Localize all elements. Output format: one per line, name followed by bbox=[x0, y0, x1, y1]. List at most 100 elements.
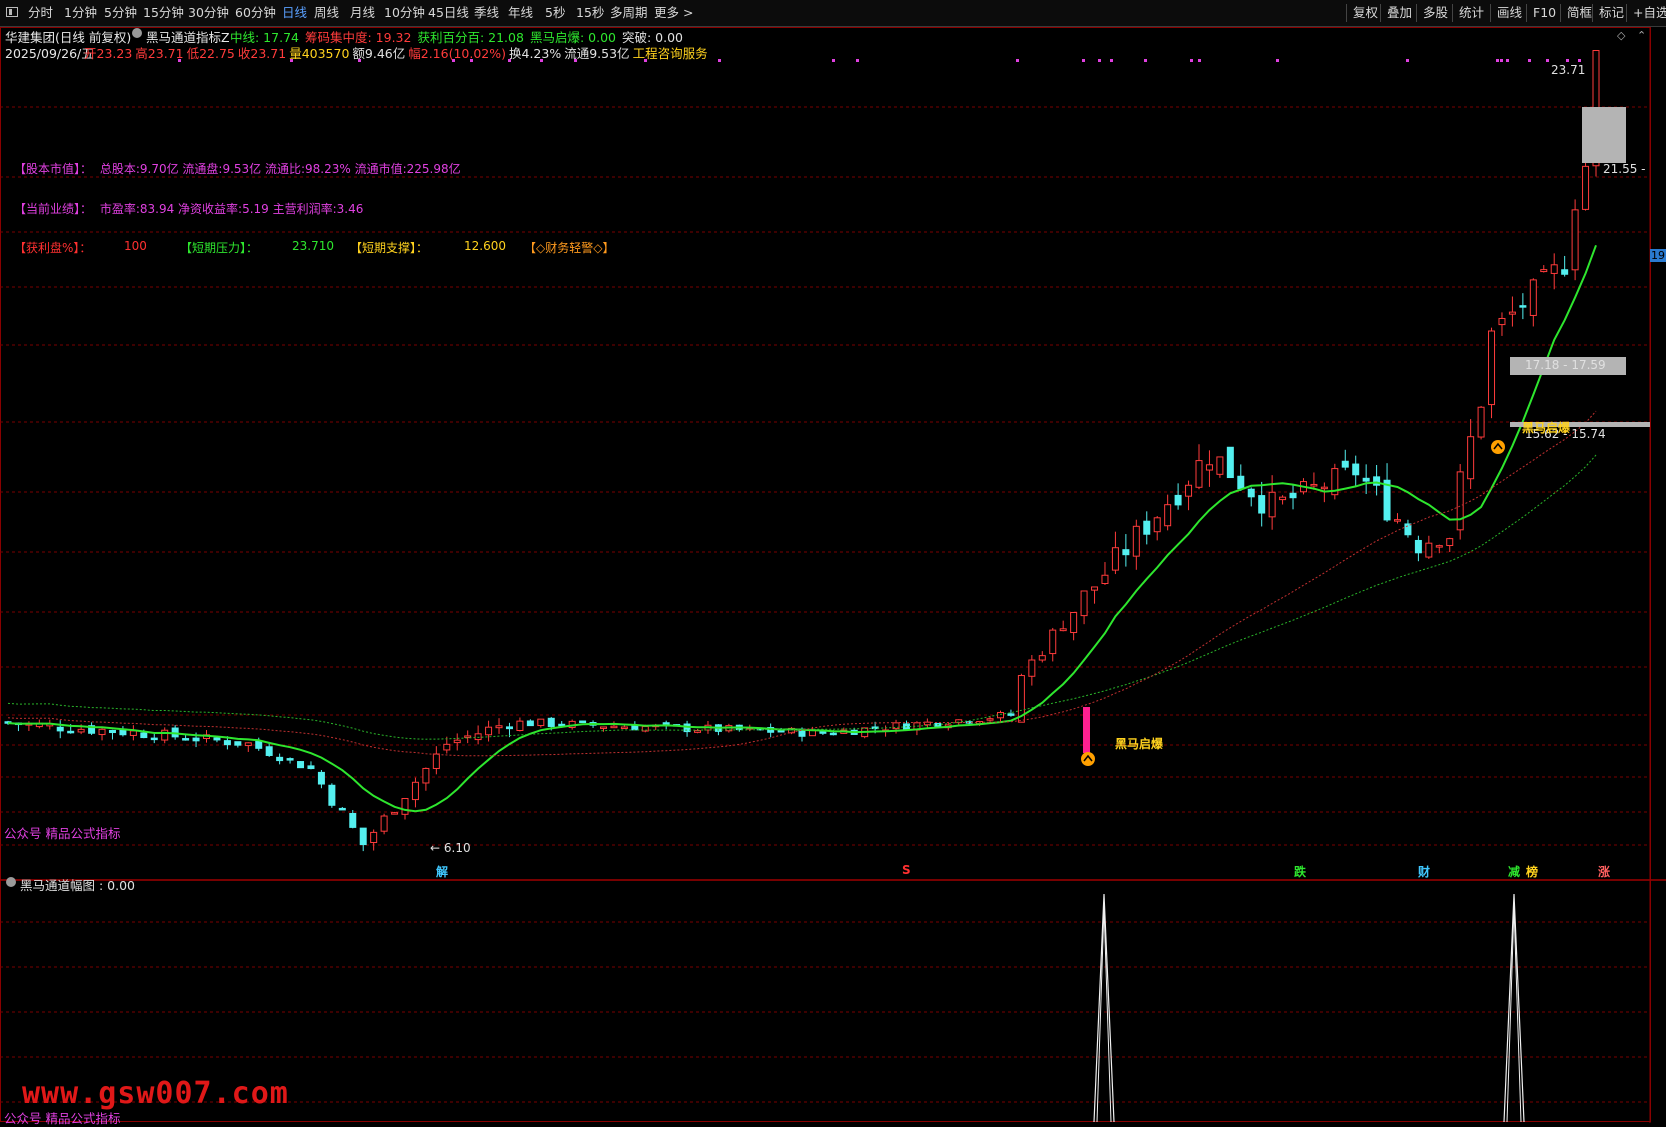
candle-body-137 bbox=[1435, 545, 1443, 548]
candle-body-6 bbox=[67, 730, 75, 734]
info-text-performance: 市盈率:83.94 净资收益率:5.19 主营利润率:3.46 bbox=[99, 202, 364, 216]
chevron-up-icon[interactable]: ⌃ bbox=[1637, 29, 1646, 42]
candle-body-142 bbox=[1488, 330, 1496, 406]
period-tab-7[interactable]: 周线 bbox=[314, 5, 339, 21]
period-tab-15[interactable]: 多周期 bbox=[610, 5, 648, 21]
toolbar-button-1[interactable]: 叠加 bbox=[1380, 4, 1412, 22]
toolbar-button-8[interactable]: +自选 bbox=[1626, 4, 1666, 22]
candle-body-46 bbox=[485, 726, 493, 736]
candle-body-12 bbox=[129, 730, 137, 736]
candle-body-52 bbox=[547, 717, 555, 727]
candle-body-9 bbox=[98, 728, 106, 736]
period-tab-5[interactable]: 60分钟 bbox=[235, 5, 276, 21]
candle-body-101 bbox=[1059, 628, 1067, 632]
period-tab-13[interactable]: 5秒 bbox=[545, 5, 565, 21]
candle-body-128 bbox=[1341, 460, 1349, 468]
toolbar-button-0[interactable]: 复权 bbox=[1346, 4, 1378, 22]
indicator-dropdown-icon[interactable] bbox=[132, 28, 142, 38]
candle-body-109 bbox=[1143, 520, 1151, 535]
level-value-1: 23.710 bbox=[292, 239, 334, 253]
candle-body-36 bbox=[380, 815, 388, 832]
candle-body-60 bbox=[631, 725, 639, 731]
period-tab-12[interactable]: 年线 bbox=[508, 5, 533, 21]
candle-body-96 bbox=[1007, 713, 1015, 716]
candle-body-39 bbox=[411, 781, 419, 801]
info-label-performance: 【当前业绩】： bbox=[14, 202, 93, 216]
candle-body-63 bbox=[662, 722, 670, 725]
magenta-dot-22 bbox=[1500, 59, 1503, 62]
magenta-dot-24 bbox=[1528, 59, 1531, 62]
sub-dropdown-icon[interactable] bbox=[6, 877, 16, 887]
chart-border bbox=[0, 27, 1651, 1122]
window-toggle-icon[interactable] bbox=[6, 7, 18, 17]
candle-body-59 bbox=[620, 726, 628, 730]
candle-body-104 bbox=[1091, 586, 1099, 591]
candle-body-57 bbox=[600, 726, 607, 729]
period-tab-2[interactable]: 5分钟 bbox=[104, 5, 137, 21]
diamond-icon[interactable]: ◇ bbox=[1617, 29, 1625, 42]
low-price-label: ← 6.10 bbox=[430, 841, 471, 855]
candle-body-55 bbox=[579, 720, 587, 724]
period-tab-11[interactable]: 季线 bbox=[474, 5, 499, 21]
sub-spike-0 bbox=[1093, 893, 1115, 1123]
event-marker-5: 榜 bbox=[1526, 865, 1539, 879]
kline-chart[interactable] bbox=[0, 27, 1666, 1123]
period-tab-1[interactable]: 1分钟 bbox=[64, 5, 97, 21]
sub-panel-title: 黑马通道幅图 : 0.00 bbox=[20, 878, 135, 893]
candle-body-33 bbox=[349, 812, 357, 828]
candle-body-107 bbox=[1122, 549, 1130, 556]
toolbar-button-4[interactable]: 画线 bbox=[1490, 4, 1522, 22]
candle-body-105 bbox=[1101, 574, 1109, 585]
candle-body-13 bbox=[140, 732, 148, 739]
site-watermark: www.gsw007.com bbox=[22, 1076, 289, 1111]
candle-body-150 bbox=[1571, 209, 1579, 271]
level-label-0: 【获利盘%】： bbox=[14, 241, 92, 255]
period-tab-14[interactable]: 15秒 bbox=[576, 5, 604, 21]
candle-body-100 bbox=[1049, 629, 1057, 655]
magenta-dot-25 bbox=[1546, 59, 1549, 62]
candle-body-148 bbox=[1550, 264, 1558, 274]
toolbar-button-5[interactable]: F10 bbox=[1526, 4, 1556, 22]
period-tab-3[interactable]: 15分钟 bbox=[143, 5, 184, 21]
period-tab-10[interactable]: 45日线 bbox=[428, 5, 469, 21]
chart-frame: 华建集团(日线 前复权) 黑马通道指标Z 中线: 17.74 筹码集中度: 19.… bbox=[0, 27, 1666, 1126]
event-marker-3: 财 bbox=[1418, 865, 1431, 879]
event-marker-0: 解 bbox=[436, 865, 449, 879]
candle-body-98 bbox=[1028, 659, 1036, 677]
candle-body-7 bbox=[77, 728, 85, 733]
magenta-dot-26 bbox=[1566, 59, 1569, 62]
candle-body-123 bbox=[1289, 492, 1297, 499]
period-tab-8[interactable]: 月线 bbox=[350, 5, 375, 21]
period-tab-4[interactable]: 30分钟 bbox=[188, 5, 229, 21]
toolbar-button-7[interactable]: 标记 bbox=[1592, 4, 1624, 22]
magenta-dot-17 bbox=[1190, 59, 1193, 62]
info-row-equity: 【股本市值】： 总股本:9.70亿 流通盘:9.53亿 流通比:98.23% 流… bbox=[14, 160, 461, 177]
line2-item-0: 开23.23 bbox=[84, 46, 133, 61]
event-marker-1: S bbox=[902, 863, 911, 877]
toolbar-button-3[interactable]: 统计 bbox=[1452, 4, 1484, 22]
signal-label-1: 黑马启爆 bbox=[1115, 737, 1164, 751]
candle-body-113 bbox=[1185, 484, 1193, 497]
candle-body-24 bbox=[255, 740, 263, 749]
toolbar-button-6[interactable]: 简框 bbox=[1560, 4, 1592, 22]
period-tab-9[interactable]: 10分钟 bbox=[384, 5, 425, 21]
info-row-performance: 【当前业绩】： 市盈率:83.94 净资收益率:5.19 主营利润率:3.46 bbox=[14, 200, 363, 217]
period-tab-0[interactable]: 分时 bbox=[28, 5, 53, 21]
period-toolbar: 分时 1分钟 5分钟 15分钟 30分钟 60分钟 日线 周线 月线 10分钟 45日线 季线 年线 5秒… bbox=[0, 0, 1666, 27]
candle-body-112 bbox=[1174, 494, 1182, 506]
candle-body-10 bbox=[108, 729, 116, 734]
candle-body-20 bbox=[213, 737, 221, 741]
event-marker-6: 涨 bbox=[1598, 865, 1611, 879]
candle-body-139 bbox=[1456, 471, 1464, 531]
candle-body-130 bbox=[1362, 477, 1370, 482]
toolbar-button-2[interactable]: 多股 bbox=[1416, 4, 1448, 22]
candle-body-53 bbox=[558, 723, 566, 727]
candle-body-58 bbox=[610, 725, 618, 729]
candle-body-50 bbox=[526, 720, 534, 727]
candle-body-136 bbox=[1425, 542, 1433, 558]
candle-body-134 bbox=[1404, 523, 1412, 536]
candle-body-120 bbox=[1258, 495, 1266, 514]
period-tab-6[interactable]: 日线 bbox=[282, 5, 307, 21]
magenta-dot-9 bbox=[718, 59, 721, 62]
period-tab-16[interactable]: 更多 > bbox=[654, 5, 693, 21]
